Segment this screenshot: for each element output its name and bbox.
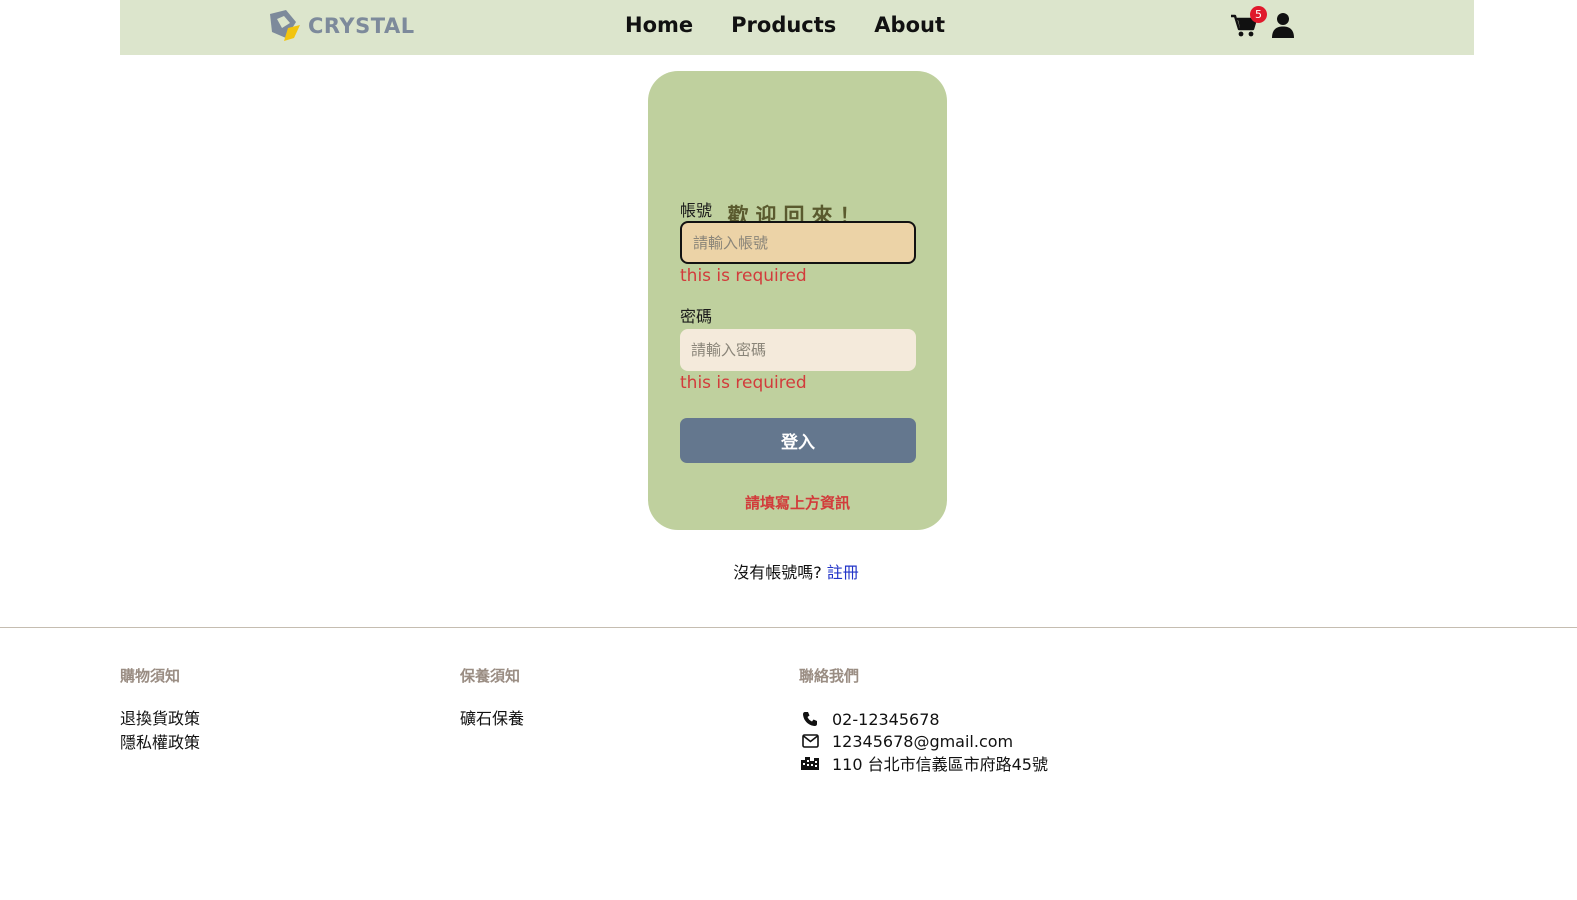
footer-shopping-heading: 購物須知	[120, 667, 181, 685]
account-error: this is required	[680, 266, 807, 286]
contact-email: 12345678@gmail.com	[832, 731, 1014, 751]
footer-link-privacy-policy[interactable]: 隱私權政策	[120, 731, 200, 755]
navbar: CRYSTAL Home Products About 5	[120, 0, 1474, 55]
footer-shopping-column: 購物須知 退換貨政策 隱私權政策	[120, 665, 200, 755]
contact-address: 110 台北市信義區市府路45號	[832, 755, 1048, 774]
register-link[interactable]: 註冊	[827, 563, 859, 582]
contact-email-row: 12345678@gmail.com	[799, 730, 1048, 752]
register-prompt: 沒有帳號嗎?	[733, 563, 822, 582]
logo-gem-icon	[270, 10, 300, 41]
nav-home[interactable]: Home	[625, 11, 693, 39]
nav-products[interactable]: Products	[731, 11, 836, 39]
logo-text: CRYSTAL	[308, 14, 415, 38]
contact-address-row: 110 台北市信義區市府路45號	[799, 752, 1048, 774]
footer-contact-column: 聯絡我們 02-12345678 12345678@gmail.com 110 …	[799, 665, 1048, 774]
account-input[interactable]	[680, 221, 916, 264]
nav-icons: 5	[1230, 6, 1298, 42]
footer-contact-heading: 聯絡我們	[799, 667, 860, 685]
cart-count-badge: 5	[1250, 6, 1267, 23]
password-error: this is required	[680, 373, 807, 393]
register-prompt-row: 沒有帳號嗎? 註冊	[0, 559, 1577, 583]
contact-phone: 02-12345678	[832, 709, 940, 729]
form-error-message: 請填寫上方資訊	[744, 494, 850, 512]
account-label: 帳號	[680, 201, 713, 220]
main-nav: Home Products About	[625, 11, 983, 39]
footer-link-stone-care[interactable]: 礦石保養	[460, 707, 524, 731]
contact-phone-row: 02-12345678	[799, 708, 1048, 730]
phone-icon	[799, 710, 821, 728]
envelope-icon	[799, 732, 821, 750]
footer-care-heading: 保養須知	[460, 667, 521, 685]
logo[interactable]: CRYSTAL	[266, 8, 415, 44]
user-icon	[1272, 13, 1294, 38]
password-input[interactable]	[680, 329, 916, 371]
footer-care-column: 保養須知 礦石保養	[460, 665, 524, 731]
user-account-button[interactable]	[1270, 8, 1298, 42]
password-label: 密碼	[680, 307, 713, 326]
footer-link-return-policy[interactable]: 退換貨政策	[120, 707, 200, 731]
footer-divider	[0, 627, 1577, 628]
cart-button[interactable]: 5	[1230, 6, 1267, 42]
building-icon	[799, 754, 821, 772]
login-button[interactable]: 登入	[680, 418, 916, 463]
nav-about[interactable]: About	[874, 11, 945, 39]
